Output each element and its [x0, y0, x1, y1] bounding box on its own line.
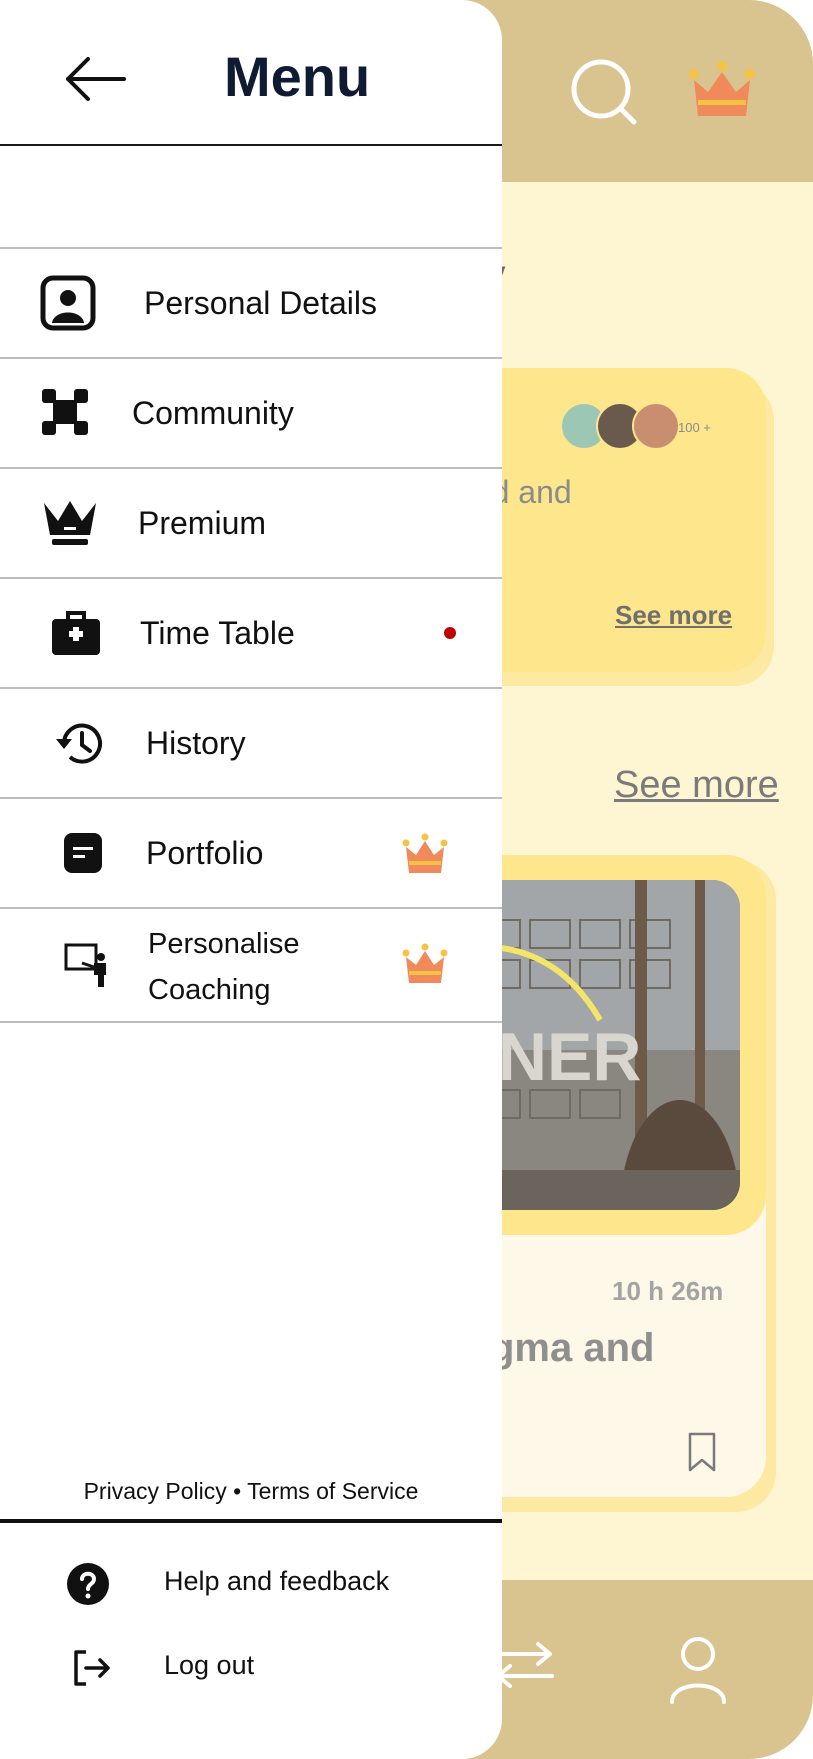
avatar-count: 100 +: [678, 420, 711, 435]
divider: [0, 1021, 502, 1023]
logout-link[interactable]: Log out: [164, 1650, 254, 1681]
page-title: Menu: [224, 45, 371, 108]
menu-item-label: Personalise Coaching: [148, 921, 300, 1013]
menu-item-premium[interactable]: Premium: [0, 467, 502, 578]
teacher-board-icon: [64, 943, 106, 987]
profile-icon[interactable]: [668, 1636, 728, 1704]
logout-icon[interactable]: [72, 1648, 112, 1688]
document-icon: [64, 833, 102, 873]
crown-icon: [44, 501, 96, 545]
menu-item-portfolio[interactable]: Portfolio: [0, 797, 502, 908]
menu-item-personal-details[interactable]: Personal Details: [0, 247, 502, 358]
menu-item-label: Time Table: [140, 615, 295, 651]
user-card-icon: [40, 275, 96, 331]
bookmark-icon[interactable]: [688, 1432, 716, 1472]
menu-item-label: Premium: [138, 505, 267, 541]
back-arrow-icon[interactable]: [64, 56, 126, 102]
menu-item-label: Community: [132, 395, 294, 431]
see-more-link[interactable]: See more: [615, 600, 732, 631]
menu-item-time-table[interactable]: Time Table: [0, 577, 502, 688]
history-icon: [56, 723, 102, 764]
avatar: [632, 402, 680, 450]
search-icon[interactable]: [570, 58, 640, 128]
menu-item-label: History: [146, 725, 246, 761]
community-icon: [42, 389, 88, 435]
menu-item-label-line-2: Coaching: [148, 974, 271, 1006]
drawer-header: Menu: [0, 0, 502, 146]
help-icon[interactable]: [66, 1562, 110, 1606]
menu-item-history[interactable]: History: [0, 687, 502, 798]
section-see-more-link[interactable]: See more: [614, 764, 779, 807]
menu-item-label-line-1: Personalise: [148, 928, 300, 960]
legal-links[interactable]: Privacy Policy • Terms of Service: [0, 1478, 502, 1505]
notification-dot: [444, 627, 456, 639]
course-duration: 10 h 26m: [612, 1276, 724, 1306]
menu-item-label: Portfolio: [146, 835, 264, 871]
menu-item-personalise-coaching[interactable]: Personalise Coaching: [0, 907, 502, 1018]
course-title: gma and: [490, 1326, 655, 1370]
menu-item-label: Personal Details: [144, 285, 377, 321]
divider: [0, 1519, 502, 1523]
navigation-drawer: Menu Personal Details Community Premium: [0, 0, 502, 1759]
premium-badge-crown-icon: [402, 943, 448, 983]
menu-item-community[interactable]: Community: [0, 357, 502, 468]
briefcase-icon: [52, 611, 100, 655]
premium-badge-crown-icon: [402, 833, 448, 873]
premium-crown-icon[interactable]: [688, 60, 756, 120]
help-feedback-link[interactable]: Help and feedback: [164, 1566, 389, 1597]
